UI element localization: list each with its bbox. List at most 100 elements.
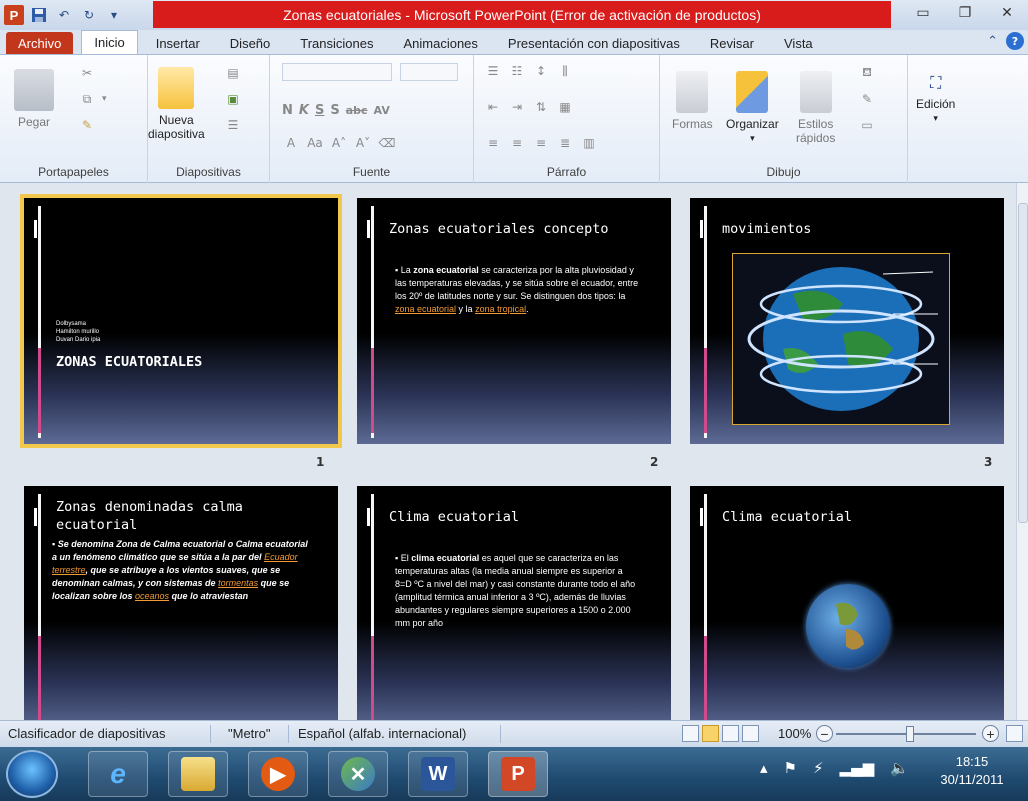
save-icon[interactable] [29,5,49,25]
line-spacing-icon[interactable]: ↕ [532,63,550,79]
align-text-icon[interactable]: ▥ [580,135,598,151]
strikethrough-button[interactable]: abc [346,104,368,117]
shape-fill-button[interactable]: ⛾ [858,65,876,81]
shadow-button[interactable]: S [330,103,339,118]
redo-icon[interactable]: ↻ [79,5,99,25]
zoom-out-button[interactable]: − [816,725,833,742]
new-slide-button[interactable]: Nueva diapositiva [148,67,205,141]
status-view-name: Clasificador de diapositivas [8,726,166,741]
help-icon[interactable]: ? [1006,32,1024,50]
align-center-icon[interactable]: ≡ [508,135,526,151]
tab-revisar[interactable]: Revisar [698,32,766,54]
shape-effects-button[interactable]: ▭ [858,117,876,133]
reading-view-button[interactable] [722,725,739,742]
action-center-flag-icon[interactable]: ⚑ [784,759,797,777]
layout-button[interactable]: ▤ [224,65,242,81]
taskbar-media-player[interactable]: ▶ [248,751,308,797]
quick-styles-icon [799,71,832,113]
undo-icon[interactable]: ↶ [54,5,74,25]
tab-animaciones[interactable]: Animaciones [391,32,489,54]
slide-sorter-view-button[interactable] [702,725,719,742]
cut-button[interactable]: ✂ [78,65,96,81]
normal-view-button[interactable] [682,725,699,742]
format-painter-button[interactable]: ✎ [78,117,96,133]
volume-icon[interactable]: 🔈 [890,759,909,777]
powerpoint-logo-icon[interactable]: P [4,5,24,25]
italic-button[interactable]: K [299,103,309,118]
zoom-in-button[interactable]: + [982,725,999,742]
tab-presentacion[interactable]: Presentación con diapositivas [496,32,692,54]
start-button[interactable] [6,750,58,798]
slide-thumbnail-5[interactable]: Clima ecuatorial ▪ El clima ecuatorial e… [357,486,671,720]
slide-thumbnail-4[interactable]: Zonas denominadas calma ecuatorial ▪ Se … [24,486,338,720]
minimize-ribbon-icon[interactable]: ⌃ [987,34,998,49]
justify-icon[interactable]: ≣ [556,135,574,151]
network-icon[interactable]: ▂▄▆ [840,759,875,777]
copy-icon: ⧉ [82,91,92,106]
increase-indent-icon[interactable]: ⇥ [508,99,526,115]
tab-vista[interactable]: Vista [772,32,825,54]
slide-thumbnail-2[interactable]: Zonas ecuatoriales concepto ▪ La zona ec… [357,198,671,444]
tab-insertar[interactable]: Insertar [144,32,212,54]
show-hidden-icons-icon[interactable]: ▴ [760,759,768,777]
clock[interactable]: 18:15 30/11/2011 [922,753,1022,789]
font-name-select[interactable] [282,63,392,81]
shrink-font-icon[interactable]: A˅ [354,135,372,151]
zoom-slider-thumb[interactable] [906,726,914,742]
tab-inicio[interactable]: Inicio [81,30,138,54]
font-color-icon[interactable]: A [282,135,300,151]
power-icon[interactable]: ⚡ [813,759,824,777]
scrollbar-thumb[interactable] [1018,203,1028,523]
reset-button[interactable]: ▣ [224,91,242,107]
decrease-indent-icon[interactable]: ⇤ [484,99,502,115]
clear-format-icon[interactable]: ⌫ [378,135,396,151]
tab-diseno[interactable]: Diseño [218,32,282,54]
font-size-select[interactable] [400,63,458,81]
taskbar-word[interactable]: W [408,751,468,797]
zoom-level[interactable]: 100% [778,726,811,741]
columns-icon[interactable]: ⫼ [556,63,574,79]
slideshow-view-button[interactable] [742,725,759,742]
taskbar-users[interactable]: ✕ [328,751,388,797]
taskbar-file-explorer[interactable] [168,751,228,797]
binoculars-icon: ⛶ [930,75,942,92]
shape-outline-button[interactable]: ✎ [858,91,876,107]
taskbar-powerpoint[interactable]: P [488,751,548,797]
bullets-icon[interactable]: ☰ [484,63,502,79]
smartart-icon[interactable]: ▦ [556,99,574,115]
section-button[interactable]: ☰ [224,117,242,133]
status-language[interactable]: Español (alfab. internacional) [298,726,466,741]
numbering-icon[interactable]: ☷ [508,63,526,79]
copy-button[interactable]: ⧉ ▾ [78,91,107,107]
underline-button[interactable]: S [315,103,324,118]
fit-to-window-button[interactable] [1006,725,1023,742]
shapes-button[interactable]: Formas [672,71,713,131]
pencil-icon: ✎ [861,92,873,106]
slide-thumbnail-3[interactable]: movimientos [690,198,1004,444]
slide-thumbnail-6[interactable]: Clima ecuatorial [690,486,1004,720]
text-direction-icon[interactable]: ⇅ [532,99,550,115]
group-label-clipboard: Portapapeles [38,165,109,179]
vertical-scrollbar[interactable] [1016,183,1028,720]
customize-qat-icon[interactable]: ▾ [104,5,124,25]
quick-styles-button[interactable]: Estilos rápidos [796,71,835,145]
slide-thumbnail-1[interactable]: Dolbysama Hamilton murillo Duvan Dario i… [20,194,342,448]
close-icon[interactable]: ✕ [986,0,1028,26]
minimize-icon[interactable]: ▭ [902,0,944,26]
tab-archivo[interactable]: Archivo [6,32,74,54]
align-right-icon[interactable]: ≡ [532,135,550,151]
spacing-button[interactable]: AV [374,104,390,117]
arrange-button[interactable]: Organizar ▾ [726,71,779,145]
change-case-icon[interactable]: Aa [306,135,324,151]
tab-transiciones[interactable]: Transiciones [288,32,385,54]
status-theme[interactable]: "Metro" [228,726,270,741]
restore-icon[interactable]: ❐ [944,0,986,26]
grow-font-icon[interactable]: A˄ [330,135,348,151]
slide-4-body: ▪ Se denomina Zona de Calma ecuatorial o… [52,539,308,601]
align-left-icon[interactable]: ≡ [484,135,502,151]
status-bar: Clasificador de diapositivas "Metro" Esp… [0,720,1028,747]
editing-button[interactable]: ⛶ Edición ▾ [916,71,955,125]
paste-button[interactable]: Pegar [14,69,54,129]
taskbar-internet-explorer[interactable]: e [88,751,148,797]
bold-button[interactable]: N [282,103,293,118]
